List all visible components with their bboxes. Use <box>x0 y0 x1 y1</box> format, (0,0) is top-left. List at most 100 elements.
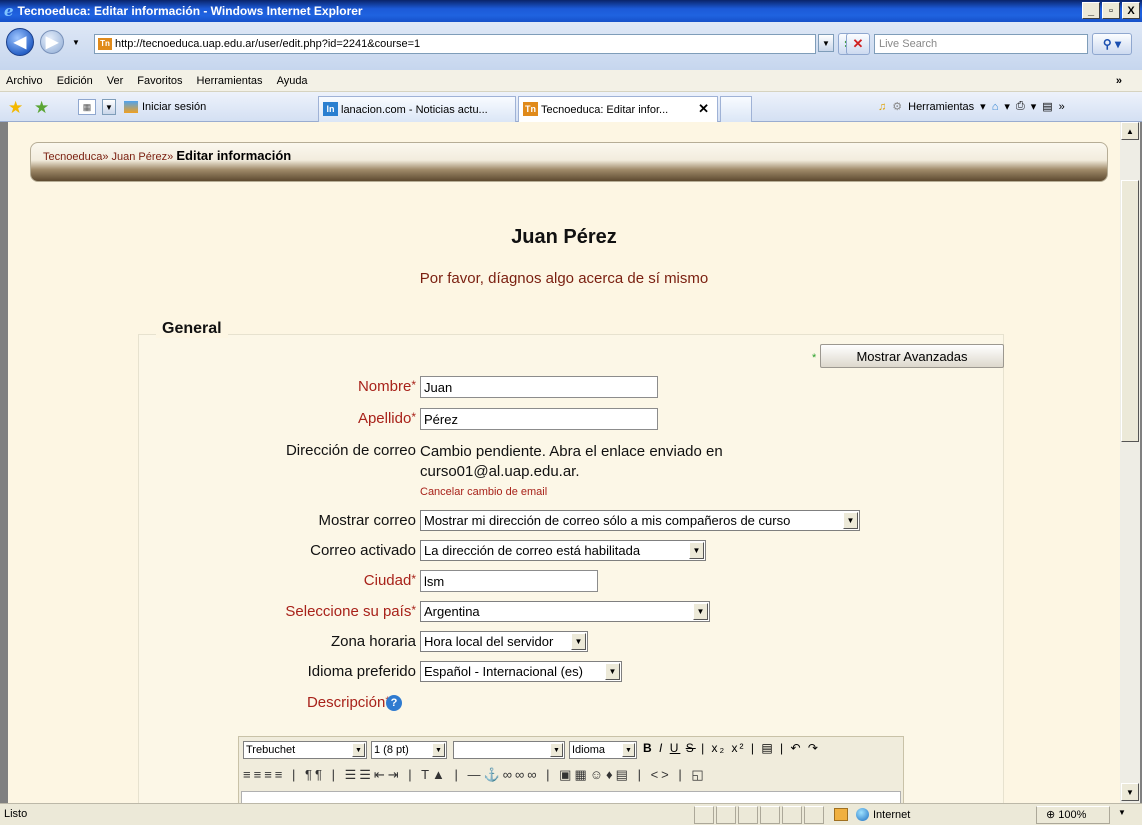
undo-icon[interactable]: ↶ <box>790 741 802 755</box>
forward-button[interactable]: ▶ <box>40 30 64 54</box>
search-input[interactable]: Live Search <box>874 34 1088 54</box>
chevron-down-icon[interactable]: ▼ <box>693 603 708 620</box>
history-dropdown-icon[interactable]: ▼ <box>72 38 80 47</box>
font-select[interactable]: Trebuchet ▼ <box>243 741 367 759</box>
menu-edicion[interactable]: Edición <box>57 75 93 87</box>
language-select[interactable]: Idioma ▼ <box>569 741 637 759</box>
chevron-down-icon[interactable]: ▼ <box>605 663 620 680</box>
tab-list-dropdown[interactable]: ▼ <box>102 99 116 115</box>
align-center-icon[interactable]: ≡ <box>254 767 265 782</box>
cancel-email-change-link[interactable]: Cancelar cambio de email <box>420 486 547 498</box>
mostrar-correo-select[interactable]: Mostrar mi dirección de correo sólo a mi… <box>420 510 860 531</box>
address-dropdown-button[interactable]: ▼ <box>818 34 834 52</box>
favorites-bar-item[interactable]: Iniciar sesión <box>124 101 206 113</box>
strikethrough-icon[interactable]: S <box>686 741 696 755</box>
vertical-scrollbar[interactable]: ▲ ▼ <box>1120 122 1140 803</box>
quick-tabs-icon[interactable]: ▦ <box>78 99 96 115</box>
hr-icon[interactable]: — <box>468 767 484 782</box>
ciudad-input[interactable]: lsm <box>420 570 598 592</box>
align-left-icon[interactable]: ≡ <box>243 767 254 782</box>
page-icon[interactable]: ▤ <box>1042 100 1052 113</box>
menu-herramientas[interactable]: Herramientas <box>197 75 263 87</box>
scroll-down-button[interactable]: ▼ <box>1121 783 1139 801</box>
help-icon[interactable]: ? <box>386 695 402 711</box>
zona-horaria-select[interactable]: Hora local del servidor ▼ <box>420 631 588 652</box>
search-replace-icon[interactable]: ▤ <box>616 767 631 782</box>
chevron-down-icon[interactable]: ▼ <box>352 743 365 757</box>
scroll-up-button[interactable]: ▲ <box>1121 122 1139 140</box>
nolink-icon[interactable]: ∞ <box>527 767 539 782</box>
redo-icon[interactable]: ↷ <box>808 741 820 755</box>
scroll-thumb[interactable] <box>1121 180 1139 442</box>
indent-icon[interactable]: ⇥ <box>388 767 402 782</box>
tools-menu-label[interactable]: Herramientas <box>908 101 974 113</box>
fullscreen-icon[interactable]: ◱ <box>691 767 706 782</box>
apellido-input[interactable]: Pérez <box>420 408 658 430</box>
show-advanced-button[interactable]: Mostrar Avanzadas <box>820 344 1004 368</box>
anchor-icon[interactable]: ⚓ <box>484 767 503 782</box>
print-icon[interactable]: ⎙ <box>1016 100 1025 113</box>
justify-icon[interactable]: ≡ <box>275 767 286 782</box>
html-source-icon[interactable]: <> <box>651 767 672 782</box>
close-tab-icon[interactable]: ✕ <box>698 101 709 117</box>
add-favorite-icon[interactable]: ★ <box>34 98 49 118</box>
description-editor-area[interactable] <box>241 791 901 803</box>
stop-button[interactable]: ✕ <box>846 33 870 55</box>
superscript-icon[interactable]: x² <box>732 741 746 755</box>
smiley-icon[interactable]: ☺ <box>590 767 606 782</box>
new-tab-button[interactable] <box>720 96 752 122</box>
chevron-down-icon[interactable]: ▼ <box>689 542 704 559</box>
format-select[interactable]: ▼ <box>453 741 565 759</box>
subscript-icon[interactable]: x₂ <box>712 741 727 755</box>
zoom-dropdown-icon[interactable]: ▼ <box>1118 808 1126 817</box>
bold-icon[interactable]: B <box>643 741 654 755</box>
home-icon[interactable]: ⌂ <box>992 101 999 113</box>
unordered-list-icon[interactable]: ☰ <box>359 767 374 782</box>
tab-lanacion[interactable]: ln lanacion.com - Noticias actu... <box>318 96 516 122</box>
special-char-icon[interactable]: ♦ <box>606 767 616 782</box>
address-bar[interactable]: Tn http://tecnoeduca.uap.edu.ar/user/edi… <box>94 34 816 54</box>
rtl-icon[interactable]: ¶ <box>315 767 325 782</box>
menu-ver[interactable]: Ver <box>107 75 124 87</box>
breadcrumb-user-link[interactable]: Juan Pérez <box>112 151 168 163</box>
text-color-icon[interactable]: T <box>421 767 432 782</box>
correo-activado-select[interactable]: La dirección de correo está habilitada ▼ <box>420 540 706 561</box>
bg-color-icon[interactable]: ▲ <box>432 767 448 782</box>
pais-select[interactable]: Argentina ▼ <box>420 601 710 622</box>
tab-tecnoeduca[interactable]: Tn Tecnoeduca: Editar infor... ✕ <box>518 96 718 122</box>
minimize-button[interactable]: _ <box>1082 2 1100 19</box>
nombre-input[interactable]: Juan <box>420 376 658 398</box>
outdent-icon[interactable]: ⇤ <box>374 767 388 782</box>
menu-ayuda[interactable]: Ayuda <box>277 75 308 87</box>
restore-button[interactable]: ▫ <box>1102 2 1120 19</box>
align-right-icon[interactable]: ≡ <box>264 767 275 782</box>
chevron-down-icon[interactable]: ▼ <box>550 743 563 757</box>
feeds-icon[interactable]: ♫ <box>878 101 886 113</box>
table-icon[interactable]: ▦ <box>574 767 589 782</box>
ordered-list-icon[interactable]: ☰ <box>345 767 360 782</box>
zoom-level[interactable]: ⊕ 100% <box>1046 808 1086 821</box>
breadcrumb-home-link[interactable]: Tecnoeduca <box>43 151 102 163</box>
home-dropdown-icon[interactable]: ▾ <box>1004 100 1010 113</box>
idioma-select[interactable]: Español - Internacional (es) ▼ <box>420 661 622 682</box>
link-icon[interactable]: ∞ <box>503 767 515 782</box>
menu-overflow-icon[interactable]: » <box>1116 75 1122 87</box>
chevron-down-icon[interactable]: ▼ <box>843 512 858 529</box>
ltr-icon[interactable]: ¶ <box>305 767 315 782</box>
security-zone[interactable]: Internet <box>856 808 910 821</box>
menu-favoritos[interactable]: Favoritos <box>137 75 182 87</box>
italic-icon[interactable]: I <box>659 741 664 755</box>
print-dropdown-icon[interactable]: ▾ <box>1031 100 1037 113</box>
chevron-down-icon[interactable]: ▼ <box>571 633 586 650</box>
search-button[interactable]: ⚲ ▾ <box>1092 33 1132 55</box>
underline-icon[interactable]: U <box>670 741 681 755</box>
unlink-icon[interactable]: ∞ <box>515 767 527 782</box>
favorites-star-icon[interactable]: ★ <box>8 98 23 118</box>
overflow-icon[interactable]: » <box>1059 101 1065 113</box>
chevron-down-icon[interactable]: ▼ <box>432 743 445 757</box>
back-button[interactable]: ◀ <box>6 28 34 56</box>
menu-archivo[interactable]: Archivo <box>6 75 43 87</box>
size-select[interactable]: 1 (8 pt) ▼ <box>371 741 447 759</box>
close-window-button[interactable]: X <box>1122 2 1140 19</box>
clean-word-icon[interactable]: ▤ <box>761 741 774 755</box>
